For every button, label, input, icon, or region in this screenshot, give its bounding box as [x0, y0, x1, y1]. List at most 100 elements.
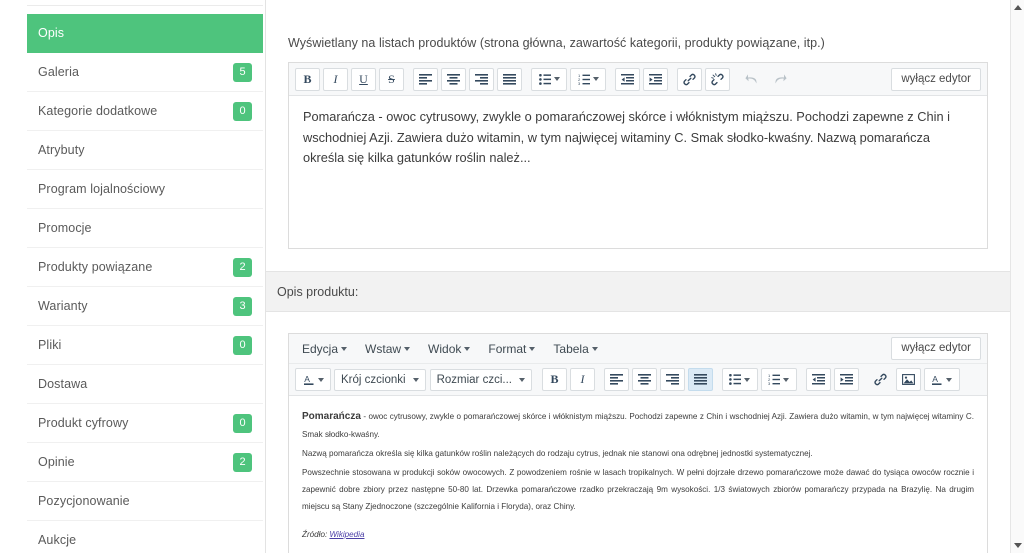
remove-link-icon[interactable] [705, 67, 730, 91]
chevron-down-icon [529, 346, 536, 351]
bold-button[interactable]: B [541, 368, 567, 391]
sidebar-item-label: Galeria [38, 65, 79, 79]
menu-label: Wstaw [365, 341, 402, 356]
short-description-editor: B I U S 1 2 3 wyłącz edytor Pomarańcza -… [288, 62, 988, 249]
insert-link-icon[interactable] [677, 67, 702, 91]
background-color-button[interactable]: A [923, 368, 960, 391]
menu-tabela[interactable]: Tabela [547, 340, 604, 358]
align-left-icon[interactable] [603, 368, 629, 391]
chevron-down-icon [404, 346, 411, 351]
scroll-down-arrow-icon[interactable] [1014, 543, 1022, 548]
outdent-button[interactable] [805, 368, 831, 391]
align-right-icon[interactable] [469, 67, 494, 91]
align-center-icon[interactable] [441, 67, 466, 91]
insert-image-icon[interactable] [895, 368, 921, 391]
align-left-icon[interactable] [413, 67, 438, 91]
sidebar-item-10[interactable]: Produkt cyfrowy 0 [27, 404, 263, 443]
numbered-list-button[interactable]: 1 2 3 [570, 67, 606, 91]
chevron-down-icon [783, 377, 790, 382]
sidebar-item-label: Opis [38, 26, 65, 40]
undo-icon[interactable] [739, 68, 764, 91]
paragraph-1-rest: - owoc cytrusowy, zwykle o pomarańczowej… [302, 412, 974, 439]
sidebar-item-label: Opinie [38, 455, 75, 469]
underline-button[interactable]: U [351, 67, 376, 91]
product-edit-page: Opis Galeria 5 Kategorie dodatkowe 0 Atrybuty… [0, 0, 1024, 553]
sidebar-item-badge: 0 [233, 101, 252, 121]
sidebar-item-5[interactable]: Promocje [27, 209, 263, 248]
chevron-down-icon [412, 377, 419, 382]
sidebar-item-8[interactable]: Pliki 0 [27, 326, 263, 365]
chevron-down-icon [744, 377, 751, 382]
chevron-down-icon [341, 346, 348, 351]
font-size-label: Rozmiar czci... [436, 373, 512, 386]
section-title: Opis produktu: [277, 284, 359, 299]
sidebar-item-badge: 0 [233, 413, 252, 433]
sidebar-item-badge: 5 [233, 62, 252, 82]
text-color-button[interactable]: A [295, 368, 331, 391]
svg-text:A: A [933, 374, 939, 384]
sidebar-item-3[interactable]: Atrybuty [27, 131, 263, 170]
chevron-down-icon [518, 377, 525, 382]
product-tabs-sidebar: Opis Galeria 5 Kategorie dodatkowe 0 Atrybuty… [0, 0, 266, 553]
paragraph-3: Powszechnie stosowana w produkcji soków … [302, 467, 974, 511]
chevron-down-icon [592, 77, 599, 81]
sidebar-item-11[interactable]: Opinie 2 [27, 443, 263, 482]
menu-wstaw[interactable]: Wstaw [359, 340, 417, 358]
sidebar-item-7[interactable]: Warianty 3 [27, 287, 263, 326]
bullet-list-button[interactable] [531, 67, 567, 91]
sidebar-item-6[interactable]: Produkty powiązane 2 [27, 248, 263, 287]
source-label: Źródło: [302, 529, 328, 539]
sidebar-item-12[interactable]: Pozycjonowanie [27, 482, 263, 521]
sidebar-item-label: Produkty powiązane [38, 260, 153, 274]
long-description-menubar: Edycja Wstaw Widok Format Tabela wyłącz … [289, 334, 987, 364]
long-description-toolbar: A Krój czcionki Rozmiar czci... B I 1 2 … [289, 364, 987, 396]
strikethrough-button[interactable]: S [379, 67, 404, 91]
align-justify-icon[interactable] [497, 67, 522, 91]
bold-button[interactable]: B [295, 67, 320, 91]
chevron-down-icon [946, 377, 953, 382]
italic-button[interactable]: I [569, 368, 595, 391]
numbered-list-button[interactable]: 1 2 3 [760, 368, 797, 391]
sidebar-item-label: Atrybuty [38, 143, 85, 157]
browser-scrollbar[interactable] [1010, 0, 1024, 553]
sidebar-item-2[interactable]: Kategorie dodatkowe 0 [27, 92, 263, 131]
font-size-select[interactable]: Rozmiar czci... [429, 368, 532, 391]
sidebar-item-13[interactable]: Aukcje [27, 521, 263, 553]
menu-edycja[interactable]: Edycja [296, 340, 354, 358]
short-description-help-text: Wyświetlany na listach produktów (strona… [288, 36, 825, 50]
sidebar-item-4[interactable]: Program lojalnościowy [27, 170, 263, 209]
outdent-button[interactable] [615, 67, 640, 91]
insert-link-icon[interactable] [868, 368, 893, 391]
paragraph-1: Pomarańcza - owoc cytrusowy, zwykle o po… [302, 406, 974, 444]
svg-text:3: 3 [578, 81, 581, 85]
align-center-icon[interactable] [631, 368, 657, 391]
align-justify-icon[interactable] [687, 368, 713, 391]
menu-widok[interactable]: Widok [422, 340, 477, 358]
indent-button[interactable] [643, 67, 668, 91]
sidebar-item-9[interactable]: Dostawa [27, 365, 263, 404]
bullet-list-button[interactable] [721, 368, 758, 391]
italic-button[interactable]: I [323, 67, 348, 91]
sidebar-item-badge: 2 [233, 257, 252, 277]
disable-editor-button-short[interactable]: wyłącz edytor [891, 68, 981, 91]
sidebar-item-label: Aukcje [38, 533, 77, 547]
menu-format[interactable]: Format [482, 340, 542, 358]
menu-label: Edycja [302, 341, 339, 356]
sidebar-item-label: Pozycjonowanie [38, 494, 130, 508]
sidebar-item-0[interactable]: Opis [27, 14, 263, 53]
align-right-icon[interactable] [659, 368, 685, 391]
indent-button[interactable] [833, 368, 859, 391]
sidebar-item-label: Kategorie dodatkowe [38, 104, 158, 118]
scroll-up-arrow-icon[interactable] [1014, 5, 1022, 10]
font-family-select[interactable]: Krój czcionki [334, 368, 426, 391]
sidebar-item-1[interactable]: Galeria 5 [27, 53, 263, 92]
long-description-wrap: Edycja Wstaw Widok Format Tabela wyłącz … [266, 312, 1010, 553]
chevron-down-icon [464, 346, 471, 351]
svg-text:A: A [304, 374, 310, 384]
disable-editor-button-long[interactable]: wyłącz edytor [891, 337, 981, 360]
wikipedia-link[interactable]: Wikipedia [329, 530, 364, 539]
long-description-richtext[interactable]: Pomarańcza - owoc cytrusowy, zwykle o po… [289, 396, 987, 553]
redo-icon[interactable] [767, 68, 792, 91]
short-description-textarea[interactable]: Pomarańcza - owoc cytrusowy, zwykle o po… [289, 96, 987, 248]
sidebar-item-label: Dostawa [38, 377, 88, 391]
